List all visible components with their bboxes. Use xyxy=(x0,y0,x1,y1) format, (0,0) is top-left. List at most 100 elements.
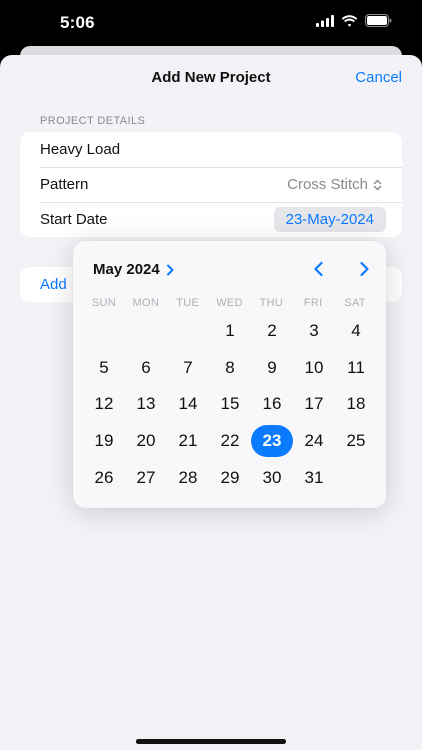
project-name-field[interactable]: Heavy Load xyxy=(40,141,120,158)
calendar-day[interactable]: 16 xyxy=(251,386,293,423)
calendar-day-label: 29 xyxy=(220,467,240,487)
calendar-day[interactable]: 11 xyxy=(335,350,377,387)
start-date-button[interactable]: 23-May-2024 xyxy=(273,207,386,232)
calendar-empty-cell xyxy=(83,313,125,350)
calendar-day-label: 31 xyxy=(304,467,324,487)
calendar-day-selected[interactable]: 23 xyxy=(251,423,293,460)
calendar-day-label: 14 xyxy=(178,394,198,414)
calendar-empty-cell xyxy=(125,313,167,350)
status-time: 5:06 xyxy=(60,13,95,32)
pattern-row[interactable]: Pattern Cross Stitch xyxy=(20,167,402,202)
calendar-day[interactable]: 5 xyxy=(83,350,125,387)
calendar-day-label: 30 xyxy=(262,467,282,487)
status-bar: 5:06 xyxy=(0,0,422,46)
calendar-day-label: 20 xyxy=(136,431,156,451)
calendar-days-grid: 1 2 3 4 5 6 7 8 9 10 11 12 13 14 15 16 17 18 19 20 21 22 23 24 2… xyxy=(83,313,376,496)
calendar-day[interactable]: 10 xyxy=(293,350,335,387)
calendar-day[interactable]: 22 xyxy=(209,423,251,460)
calendar-day-label: 7 xyxy=(183,357,193,377)
calendar-day-label: 17 xyxy=(304,394,324,414)
calendar-day[interactable]: 8 xyxy=(209,350,251,387)
calendar-day[interactable]: 20 xyxy=(125,423,167,460)
pattern-value: Cross Stitch xyxy=(287,176,368,193)
calendar-day[interactable]: 7 xyxy=(167,350,209,387)
calendar-day[interactable]: 26 xyxy=(83,459,125,496)
calendar-day[interactable]: 2 xyxy=(251,313,293,350)
calendar-day[interactable]: 3 xyxy=(293,313,335,350)
add-button[interactable]: Add xyxy=(40,276,67,293)
month-year-label: May 2024 xyxy=(93,261,160,278)
start-date-label: Start Date xyxy=(40,211,108,228)
calendar-day-label: 4 xyxy=(351,321,361,341)
wifi-icon xyxy=(341,14,358,27)
calendar-day[interactable]: 31 xyxy=(293,459,335,496)
calendar-day-label: 8 xyxy=(225,357,235,377)
calendar-day[interactable]: 19 xyxy=(83,423,125,460)
calendar-day-label: 2 xyxy=(267,321,277,341)
calendar-day-label: 10 xyxy=(304,357,324,377)
calendar-day-label: 3 xyxy=(309,321,319,341)
calendar-day[interactable]: 25 xyxy=(335,423,377,460)
calendar-day-label: 26 xyxy=(94,467,114,487)
project-name-row[interactable]: Heavy Load xyxy=(20,132,402,167)
next-month-button[interactable] xyxy=(356,261,372,277)
signal-icon xyxy=(316,14,334,27)
weekday-label: FRI xyxy=(303,297,323,309)
calendar-day-label: 16 xyxy=(262,394,282,414)
calendar-day-label: 19 xyxy=(94,431,114,451)
calendar-day-label: 28 xyxy=(178,467,198,487)
calendar-day-label: 5 xyxy=(99,357,109,377)
weekday-header: SUN MON TUE WED THU FRI SAT xyxy=(83,297,376,309)
pattern-picker[interactable]: Cross Stitch xyxy=(287,176,382,193)
battery-icon xyxy=(365,14,392,27)
calendar-day-label: 12 xyxy=(94,394,114,414)
calendar-day-label: 1 xyxy=(225,321,235,341)
weekday-label: SUN xyxy=(91,297,116,309)
calendar-day-label: 11 xyxy=(347,357,365,377)
calendar-day[interactable]: 30 xyxy=(251,459,293,496)
calendar-day-label: 27 xyxy=(136,467,156,487)
calendar-day[interactable]: 4 xyxy=(335,313,377,350)
calendar-day[interactable]: 21 xyxy=(167,423,209,460)
calendar-day-label: 21 xyxy=(178,431,198,451)
start-date-row: Start Date 23-May-2024 xyxy=(20,202,402,237)
cancel-button[interactable]: Cancel xyxy=(355,69,402,86)
calendar-day[interactable]: 27 xyxy=(125,459,167,496)
calendar-day[interactable]: 1 xyxy=(209,313,251,350)
chevron-up-down-icon xyxy=(373,179,382,190)
weekday-label: MON xyxy=(132,297,160,309)
calendar-day-label: 22 xyxy=(220,431,240,451)
chevron-right-icon xyxy=(166,264,174,275)
calendar-day[interactable]: 12 xyxy=(83,386,125,423)
calendar-day-label: 13 xyxy=(136,394,156,414)
calendar-day-label: 6 xyxy=(141,357,151,377)
calendar-day-label: 24 xyxy=(304,431,324,451)
pattern-label: Pattern xyxy=(40,176,89,193)
weekday-label: WED xyxy=(216,297,243,309)
weekday-label: TUE xyxy=(176,297,200,309)
previous-month-button[interactable] xyxy=(311,261,327,277)
calendar-day[interactable]: 17 xyxy=(293,386,335,423)
calendar-day[interactable]: 9 xyxy=(251,350,293,387)
calendar-day-label: 9 xyxy=(267,357,277,377)
calendar-empty-cell xyxy=(335,459,377,496)
date-picker-popover: May 2024 SUN MON TUE WED THU FRI SAT 123… xyxy=(73,241,386,508)
calendar-day[interactable]: 28 xyxy=(167,459,209,496)
calendar-day[interactable]: 13 xyxy=(125,386,167,423)
calendar-day[interactable]: 15 xyxy=(209,386,251,423)
status-icons xyxy=(316,14,392,27)
calendar-day[interactable]: 29 xyxy=(209,459,251,496)
calendar-day-label: 23 xyxy=(251,425,293,458)
weekday-label: THU xyxy=(259,297,284,309)
calendar-day[interactable]: 24 xyxy=(293,423,335,460)
month-year-button[interactable]: May 2024 xyxy=(93,261,174,278)
calendar-day-label: 15 xyxy=(220,394,240,414)
calendar-day[interactable]: 6 xyxy=(125,350,167,387)
section-header: PROJECT DETAILS xyxy=(40,115,146,127)
calendar-day[interactable]: 14 xyxy=(167,386,209,423)
home-indicator xyxy=(136,739,286,744)
calendar-empty-cell xyxy=(167,313,209,350)
calendar-day-label: 25 xyxy=(346,431,366,451)
project-details-group: Heavy Load Pattern Cross Stitch Start Da… xyxy=(20,132,402,237)
calendar-day[interactable]: 18 xyxy=(335,386,377,423)
